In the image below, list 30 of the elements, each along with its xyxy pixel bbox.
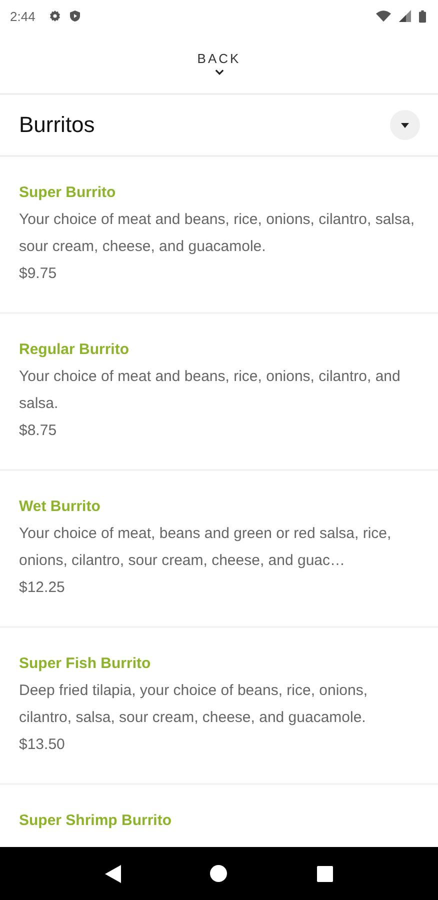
wifi-icon: [376, 10, 391, 22]
item-name: Regular Burrito: [19, 341, 130, 358]
category-title: Burritos: [19, 112, 95, 138]
item-name: Wet Burrito: [19, 498, 100, 515]
battery-icon: [419, 10, 426, 22]
back-nav-icon[interactable]: [104, 864, 121, 882]
item-name: Super Fish Burrito: [19, 655, 151, 672]
item-price: $8.75: [19, 421, 57, 441]
status-time: 2:44: [10, 8, 36, 24]
gear-icon: [49, 10, 62, 22]
item-price: $12.25: [19, 578, 65, 598]
item-price: $13.50: [19, 735, 65, 755]
item-description: Your choice of meat, beans and green or red salsa, rice, onions, cilantro, sour cream, cheese, and guac…: [19, 524, 392, 571]
shield-icon: [69, 10, 82, 22]
chevron-down-icon: [214, 68, 224, 74]
item-price: $9.75: [19, 264, 57, 284]
menu-item[interactable]: Regular Burrito Your choice of meat and beans, rice, onions, cilantro, and salsa. $8.75: [0, 314, 438, 471]
item-description: Your choice of meat and beans, rice, onions, cilantro, salsa, sour cream, cheese, and guacamole.: [19, 210, 416, 257]
menu-item[interactable]: Wet Burrito Your choice of meat, beans and green or red salsa, rice, onions, cilantro, sour cream, cheese, and guac… $12.25: [0, 471, 438, 628]
menu-item[interactable]: Super Fish Burrito Deep fried tilapia, your choice of beans, rice, onions, cilantro, salsa, sour cream, cheese, and guacamole. $13.50: [0, 628, 438, 785]
item-name: Super Burrito: [19, 184, 116, 201]
item-description: Deep fried tilapia, your choice of beans, rice, onions, cilantro, salsa, sour cream, cheese, and guacamole.: [19, 681, 369, 728]
item-name: Super Shrimp Burrito: [19, 812, 172, 829]
signal-icon: [399, 10, 411, 22]
dropdown-button[interactable]: [390, 110, 420, 140]
home-nav-icon[interactable]: [210, 865, 228, 882]
recents-nav-icon[interactable]: [317, 866, 334, 882]
menu-item[interactable]: Super Burrito Your choice of meat and beans, rice, onions, cilantro, salsa, sour cream, cheese, and guacamole. $9.75: [0, 157, 438, 314]
item-description: Your choice of meat and beans, rice, onions, cilantro, and salsa.: [19, 367, 402, 414]
caret-icon: [401, 122, 409, 128]
